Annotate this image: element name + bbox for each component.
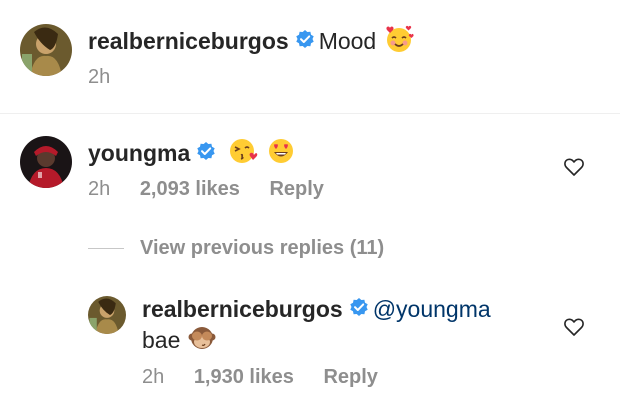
divider bbox=[0, 113, 620, 114]
view-previous-replies[interactable]: View previous replies (11) bbox=[88, 237, 384, 260]
post-username[interactable]: realberniceburgos bbox=[88, 28, 289, 55]
reply-text: bae bbox=[142, 327, 181, 353]
reply-reply-button[interactable]: Reply bbox=[323, 366, 377, 388]
view-previous-replies-label[interactable]: View previous replies (11) bbox=[140, 237, 384, 260]
comment-time: 2h bbox=[88, 178, 111, 200]
see-no-evil-monkey-emoji bbox=[188, 324, 216, 357]
reply-time: 2h bbox=[142, 366, 165, 388]
avatar[interactable] bbox=[20, 136, 72, 188]
reply-meta: 2h 1,930 likes Reply bbox=[142, 366, 402, 389]
avatar[interactable] bbox=[88, 296, 126, 334]
smiling-face-with-hearts-emoji bbox=[384, 24, 414, 59]
face-blowing-kiss-emoji bbox=[228, 136, 258, 171]
reply-line: realberniceburgos @youngma bbox=[142, 296, 491, 323]
comment-username[interactable]: youngma bbox=[88, 140, 190, 167]
reply-likes-link[interactable]: 1,930 likes bbox=[194, 366, 294, 388]
verified-badge-icon bbox=[349, 297, 369, 322]
comment-meta: 2h 2,093 likes Reply bbox=[88, 178, 348, 201]
verified-badge-icon bbox=[196, 141, 216, 166]
verified-badge-icon bbox=[295, 29, 315, 54]
post-meta: 2h bbox=[88, 66, 134, 89]
caption-text: Mood bbox=[318, 28, 377, 54]
comment-likes-link[interactable]: 2,093 likes bbox=[140, 178, 240, 200]
comment-reply-button[interactable]: Reply bbox=[269, 178, 323, 200]
reply-mention-link[interactable]: @youngma bbox=[373, 296, 491, 323]
comment-like-heart-icon[interactable] bbox=[564, 158, 584, 181]
comment-line: youngma bbox=[88, 136, 296, 171]
reply-like-heart-icon[interactable] bbox=[564, 318, 584, 341]
reply-text-line: bae bbox=[142, 324, 216, 357]
post-time: 2h bbox=[88, 66, 111, 88]
avatar[interactable] bbox=[20, 24, 72, 76]
caption-line: realberniceburgos Mood bbox=[88, 24, 414, 59]
replies-divider-dash bbox=[88, 248, 124, 249]
heart-eyes-emoji bbox=[266, 136, 296, 171]
reply-username[interactable]: realberniceburgos bbox=[142, 296, 343, 323]
